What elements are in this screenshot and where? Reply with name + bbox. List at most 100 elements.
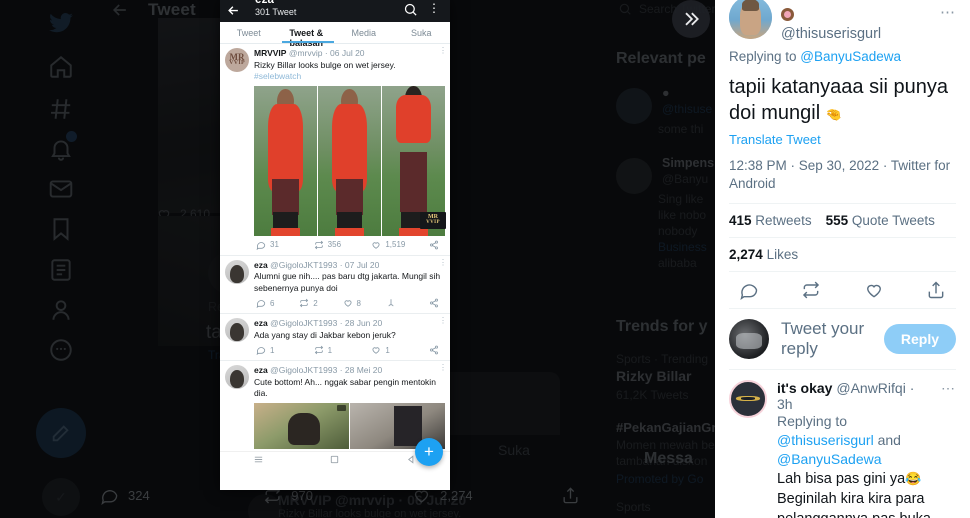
square-icon[interactable] [329,452,340,470]
tweet-overflow-icon[interactable]: ⋯ [940,4,956,20]
trend-2-name[interactable]: #PekanGajianGr [616,420,716,435]
compose-fab-button[interactable]: + [415,438,443,466]
comment-overflow-icon[interactable]: ⋯ [941,380,956,518]
messages-panel-label[interactable]: Messa [644,450,693,468]
comment-author-avatar[interactable] [729,380,767,419]
quote-tab-suka[interactable]: Suka [498,442,530,458]
twitter-bird-icon[interactable] [44,6,78,40]
explore-hashtag-icon[interactable] [44,92,78,126]
more-options-icon[interactable] [44,333,78,367]
tweet-1-meta: MRVVIP @mrvvip · 06 Jul 20 [254,48,365,58]
relevant-person-2-avatar[interactable] [616,158,652,194]
back-arrow-icon[interactable] [110,0,138,28]
tweet-2-handle[interactable]: @GigoloJKT1993 [270,260,337,270]
share-action[interactable] [561,486,580,505]
account-avatar[interactable]: ✓ [42,478,80,516]
menu-icon[interactable] [253,452,264,470]
trend-1-count: 61,2K Tweets [616,388,689,402]
tweet-3-author: eza [254,318,268,329]
tweet-1-retweet[interactable]: 356 [314,240,372,250]
relevant-person-1-avatar[interactable] [616,88,652,124]
comment-item[interactable]: it's okay @AnwRifqi · 3h Replying to @th… [715,370,970,518]
comment-replying-handle-2[interactable]: @BanyuSadewa [777,451,882,467]
tweet-3-retweet[interactable]: 1 [314,345,372,355]
tweet-2-like[interactable]: 8 [343,298,386,308]
tab-media[interactable]: Media [335,22,393,43]
reply-button[interactable]: Reply [883,324,956,355]
home-icon[interactable] [44,50,78,84]
tweet-3-reply[interactable]: 1 [256,345,314,356]
like-icon[interactable] [864,280,884,300]
author-handle[interactable]: @thisuserisgurl [781,26,940,42]
tweet-1-image-2[interactable] [318,85,381,236]
author-avatar[interactable] [729,0,772,39]
tweet-4-overflow-icon[interactable]: ⋮ [439,364,447,372]
tweet-1-images[interactable]: MR VVIP [254,85,446,236]
tab-tweet[interactable]: Tweet [220,22,278,43]
phone-back-icon[interactable] [226,3,241,23]
eza-avatar-2[interactable] [225,318,249,343]
tab-suka[interactable]: Suka [393,22,451,43]
phone-screenshot-overlay[interactable]: eza 301 Tweet ⋮ Tweet Tweet & balasan Me… [220,0,450,490]
relevant-person-2-name[interactable]: Simpens [662,156,714,170]
tweet-3-share[interactable] [429,345,443,355]
eza-avatar-3[interactable] [225,365,249,390]
phone-search-icon[interactable] [403,2,418,22]
trend-1-name[interactable]: Rizky Billar [616,368,691,384]
mrvvip-avatar[interactable]: MR VVIP [225,48,249,72]
comment-replying-handle-1[interactable]: @thisuserisgurl [777,432,874,448]
eza-avatar-1[interactable] [225,259,249,284]
trends-title: Trends for y [616,318,708,335]
retweets-stat[interactable]: 415 Retweets [729,213,812,228]
tweet-4-image-1[interactable] [254,402,349,449]
notifications-bell-icon[interactable] [44,131,78,166]
retweet-icon[interactable] [801,280,821,300]
translate-tweet-link[interactable]: Translate Tweet [715,126,970,147]
tweet-3-like[interactable]: 1 [371,345,429,355]
quotes-stat[interactable]: 555 Quote Tweets [826,213,935,228]
relevant-person-1-handle[interactable]: @thisuse [662,102,712,116]
share-icon[interactable] [926,280,946,300]
tweet-3-overflow-icon[interactable]: ⋮ [439,317,447,325]
messages-envelope-icon[interactable] [44,172,78,206]
phone-tweet-2[interactable]: eza @GigoloJKT1993 · 07 Jul 20 Alumni gu… [220,256,450,315]
relevant-person-2-handle[interactable]: @Banyu [662,172,708,186]
tweet-4-images[interactable] [254,402,445,449]
compose-tweet-button[interactable] [36,408,86,458]
relevant-person-2-bio-1: Sing like [658,192,704,206]
next-image-button[interactable] [672,0,710,38]
reply-input[interactable]: Tweet your reply [781,319,872,359]
replying-to-handle[interactable]: @BanyuSadewa [800,49,901,64]
tweet-1-like[interactable]: 1,519 [371,240,429,250]
tweet-1-reply[interactable]: 31 [256,240,314,250]
phone-tweet-3[interactable]: eza @GigoloJKT1993 · 28 Jun 20 Ada yang … [220,314,450,362]
current-user-avatar[interactable] [729,319,769,360]
bookmarks-icon[interactable] [44,212,78,246]
tweet-2-retweet[interactable]: 2 [299,298,342,308]
phone-tweet-1[interactable]: MR VVIP MRVVIP @mrvvip · 06 Jul 20 Rizky… [220,44,450,256]
likes-stat[interactable]: 2,274 Likes [729,247,798,262]
tweet-1-date: 06 Jul 20 [330,48,365,58]
reply-icon[interactable] [739,280,759,301]
tweet-4-text: Cute bottom! Ah... nggak sabar pengin me… [254,376,436,399]
phone-tabs: Tweet Tweet & balasan Media Suka [220,22,451,48]
profile-icon[interactable] [44,293,78,327]
phone-tweet-4[interactable]: eza @GigoloJKT1993 · 28 Mei 20 Cute bott… [220,361,450,451]
tweet-1-share[interactable] [429,240,443,250]
tweet-2-bookmark[interactable] [386,298,429,308]
tweet-2-share[interactable] [429,298,443,308]
lists-icon[interactable] [44,253,78,287]
tweet-4-handle[interactable]: @GigoloJKT1993 [270,365,337,375]
phone-overflow-icon[interactable]: ⋮ [428,2,440,14]
tweet-3-meta: eza @GigoloJKT1993 · 28 Jun 20 [254,318,383,329]
tweet-1-handle[interactable]: @mrvvip [289,48,323,58]
tweet-1-overflow-icon[interactable]: ⋮ [439,47,447,55]
tweet-2-reply[interactable]: 6 [256,298,299,309]
tweet-3-handle[interactable]: @GigoloJKT1993 [270,318,337,328]
watermark-line-2: VVIP [426,219,440,225]
tweet-2-overflow-icon[interactable]: ⋮ [439,258,447,266]
tweet-1-image-1[interactable] [254,85,317,236]
reply-composer[interactable]: Tweet your reply Reply [715,309,970,369]
tweet-1-hashtag[interactable]: #selebwatch [254,71,301,81]
comment-author-handle[interactable]: @AnwRifqi [836,380,905,396]
